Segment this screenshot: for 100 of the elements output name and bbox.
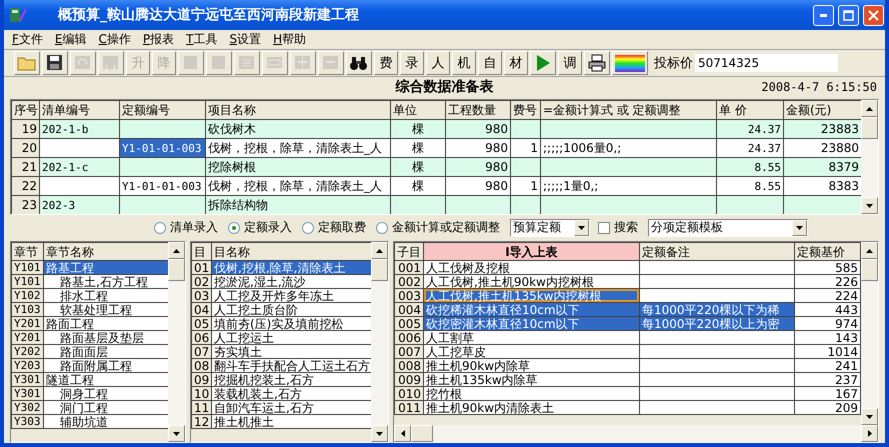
dropdown[interactable]: 预算定额 (510, 218, 590, 236)
scroll-up-button[interactable] (168, 242, 185, 259)
table-row[interactable]: Y302 洞门工程 (12, 400, 168, 414)
table-row[interactable]: 008 推土机90kw内除草 241 (394, 358, 860, 372)
column-header[interactable]: 单 价 (716, 100, 784, 120)
color-button[interactable] (612, 51, 648, 75)
vertical-scrollbar[interactable] (861, 100, 878, 214)
scroll-down-button[interactable] (861, 408, 878, 425)
table-row[interactable]: 06 人工挖运土 (192, 330, 371, 344)
menu-item[interactable]: C操作 (92, 31, 137, 48)
table-row[interactable]: 02 挖淤泥,湿土,流沙 (192, 274, 371, 288)
table-row[interactable]: 22 Y1-01-01-003 伐树，挖根，除草，清除表土_人 棵 980 1 ;;;;;1量0,; 8.55 8383 (12, 176, 861, 196)
table-row[interactable]: 009 推土机135kw内除草 237 (394, 372, 860, 386)
table-row[interactable]: 23 202-3 拆除结构物 (12, 196, 861, 214)
scroll-up-button[interactable] (861, 242, 878, 259)
column-header[interactable]: 子目 (394, 242, 424, 260)
maximize-button[interactable] (838, 4, 859, 26)
column-header[interactable]: 项目名称 (206, 100, 390, 120)
toolbar-button[interactable]: 自 (478, 51, 502, 75)
column-header[interactable]: 章节名称 (44, 242, 168, 260)
horizontal-scrollbar[interactable] (394, 425, 878, 442)
radio-button[interactable] (302, 222, 314, 234)
table-row[interactable]: Y103 软基处理工程 (12, 302, 168, 316)
table-row[interactable]: 12 推土机推土 (192, 414, 371, 428)
toolbar-button[interactable]: 机 (452, 51, 476, 75)
menu-item[interactable]: E编辑 (48, 31, 92, 48)
table-row[interactable]: 001 人工伐树及挖根 585 (394, 260, 860, 274)
scroll-down-button[interactable] (168, 425, 185, 442)
menu-item[interactable]: P报表 (136, 31, 180, 48)
table-row[interactable]: Y303 辅助坑道 (12, 414, 168, 428)
table-row[interactable]: 01 伐树,挖根,除草,清除表土 (192, 260, 371, 274)
column-header[interactable]: 费号 (510, 100, 540, 120)
column-header[interactable]: 清单编号 (40, 100, 120, 120)
table-row[interactable]: 20 Y1-01-01-003 伐树，挖根，除草，清除表土_人 棵 980 1 ;;;;;1006量0,; 24.37 23880 (12, 138, 861, 158)
menu-item[interactable]: T工具 (180, 31, 224, 48)
table-row[interactable]: 010 挖竹根 167 (394, 386, 860, 400)
menu-item[interactable]: F文件 (6, 31, 49, 48)
scroll-right-button[interactable] (861, 425, 878, 442)
table-row[interactable]: 19 202-1-b 砍伐树木 棵 980 24.37 23883 (12, 120, 861, 138)
menu-item[interactable]: H帮助 (267, 31, 312, 48)
column-header[interactable]: 章节 (12, 242, 44, 260)
table-row[interactable]: 002 人工伐树,推土机90kw内挖树根 226 (394, 274, 860, 288)
bid-price-field[interactable]: 50714325 (695, 54, 838, 72)
table-row[interactable]: 10 装载机装土,石方 (192, 386, 371, 400)
column-header[interactable]: 目名称 (212, 242, 371, 260)
column-header[interactable]: 单位 (390, 100, 446, 120)
column-header[interactable]: 定额基价 (794, 242, 860, 260)
table-row[interactable]: Y101 路基土,石方工程 (12, 274, 168, 288)
vertical-scrollbar[interactable] (371, 242, 388, 442)
scroll-left-button[interactable] (394, 425, 411, 442)
column-header[interactable]: 定额编号 (120, 100, 206, 120)
scrollbar-thumb[interactable] (411, 425, 433, 442)
print-button[interactable] (584, 51, 610, 75)
table-row[interactable]: 005 砍挖密灌木林直径10cm以下 每1000平220棵以上为密 974 (394, 316, 860, 330)
column-header[interactable]: 序号 (12, 100, 40, 120)
table-row[interactable]: 21 202-1-c 挖除树根 棵 980 8.55 8379 (12, 158, 861, 176)
table-row[interactable]: Y201 路面工程 (12, 316, 168, 330)
table-row[interactable]: Y301 洞身工程 (12, 386, 168, 400)
table-row[interactable]: 004 砍挖稀灌木林直径10cm以下 每1000平220棵以下为稀 443 (394, 302, 860, 316)
run-button[interactable] (530, 51, 556, 75)
scrollbar-thumb[interactable] (371, 259, 388, 281)
vertical-scrollbar[interactable] (861, 242, 878, 425)
toolbar-button[interactable]: 录 (400, 51, 424, 75)
table-row[interactable]: 08 翻斗车手扶配合人工运土石方 (192, 358, 371, 372)
table-row[interactable]: 011 推土机90kw内清除表土 209 (394, 400, 860, 414)
table-row[interactable]: 007 人工挖草皮 1014 (394, 344, 860, 358)
radio-button[interactable] (376, 222, 388, 234)
scroll-down-button[interactable] (371, 425, 388, 442)
minimize-button[interactable] (813, 4, 834, 26)
column-header[interactable]: I导入上表 (424, 242, 640, 260)
vertical-scrollbar[interactable] (168, 242, 185, 442)
table-row[interactable]: 05 填前夯(压)实及填前挖松 (192, 316, 371, 330)
column-header[interactable]: =金额计算式 或 定额调整 (540, 100, 716, 120)
table-row[interactable]: Y301 隧道工程 (12, 372, 168, 386)
search-button[interactable] (346, 51, 372, 75)
table-row[interactable]: 03 人工挖及开炸多年冻土 (192, 288, 371, 302)
checkbox[interactable] (598, 222, 610, 234)
table-row[interactable]: Y203 路面附属工程 (12, 358, 168, 372)
scroll-up-button[interactable] (371, 242, 388, 259)
table-row[interactable]: 04 人工挖土质台阶 (192, 302, 371, 316)
column-header[interactable]: 目 (192, 242, 212, 260)
save-button[interactable] (42, 51, 68, 75)
toolbar-button[interactable]: 费 (374, 51, 398, 75)
scrollbar-thumb[interactable] (861, 259, 878, 281)
close-button[interactable] (863, 4, 884, 26)
table-row[interactable]: Y202 路面面层 (12, 344, 168, 358)
table-row[interactable]: 07 夯实填土 (192, 344, 371, 358)
radio-button[interactable] (154, 222, 166, 234)
menu-item[interactable]: S设置 (223, 31, 268, 48)
column-header[interactable]: 金额(元) (784, 100, 861, 120)
radio-button[interactable] (228, 222, 240, 234)
scrollbar-thumb[interactable] (168, 259, 185, 281)
table-row[interactable]: 09 挖掘机挖装土,石方 (192, 372, 371, 386)
column-header[interactable]: 定额备注 (640, 242, 794, 260)
toolbar-button[interactable]: 材 (504, 51, 528, 75)
table-row[interactable]: 11 自卸汽车运土,石方 (192, 400, 371, 414)
table-row[interactable]: Y102 排水工程 (12, 288, 168, 302)
open-button[interactable] (14, 51, 40, 75)
toolbar-button[interactable]: 调 (558, 51, 582, 75)
scroll-up-button[interactable] (861, 100, 878, 117)
